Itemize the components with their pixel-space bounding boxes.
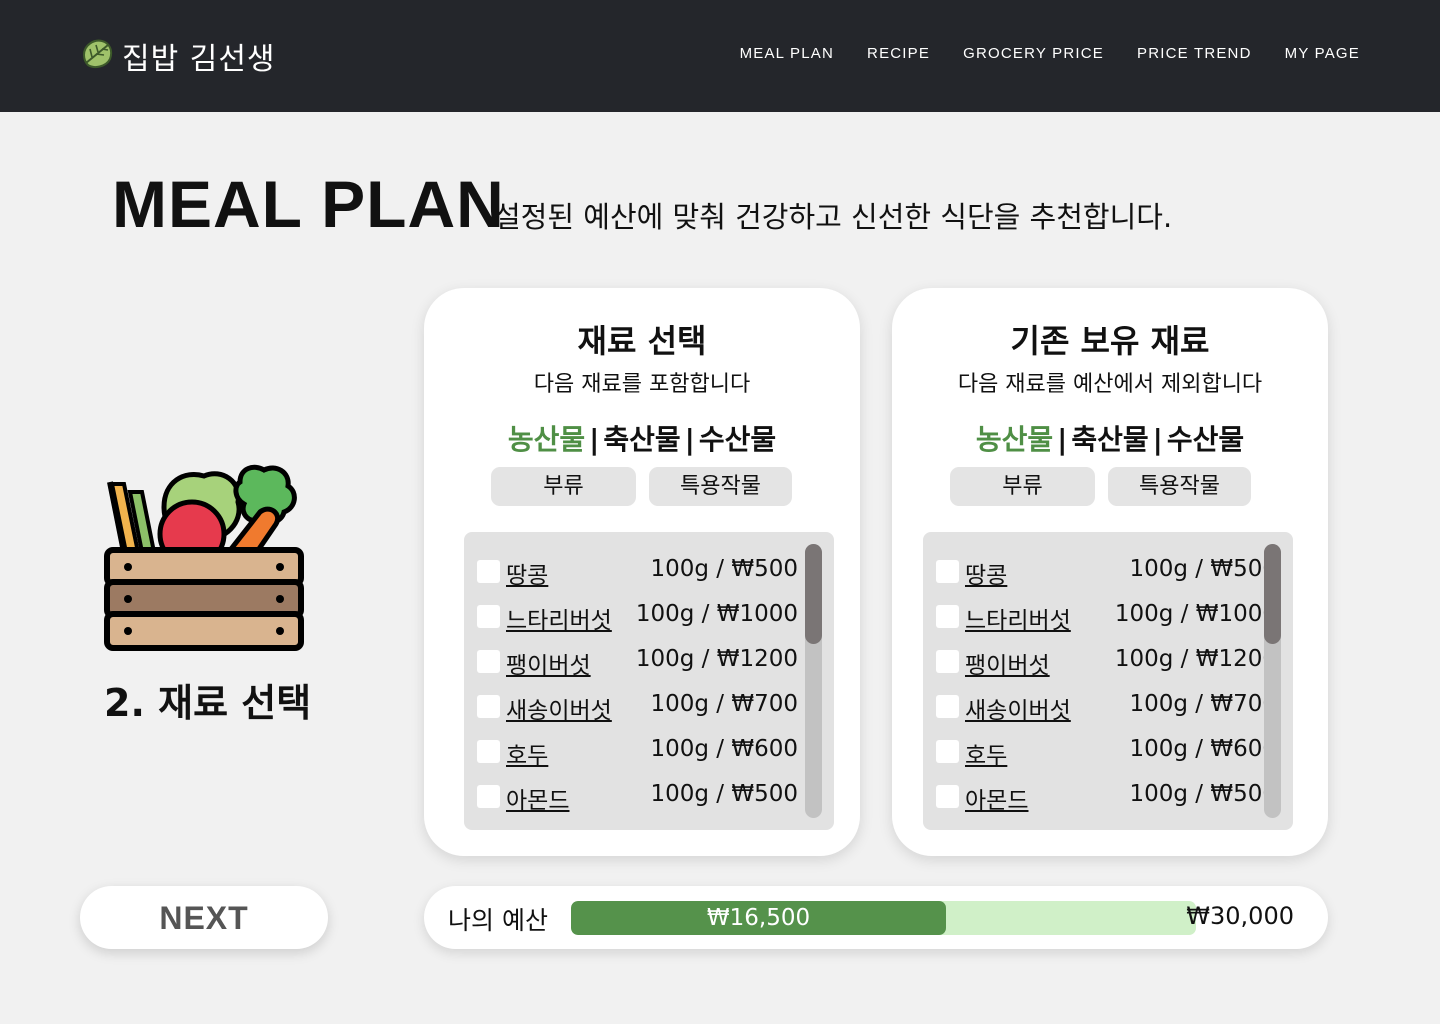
item-price: 100g / ₩500 [1129,781,1277,807]
item-name[interactable]: 호두 [965,736,1007,770]
item-checkbox[interactable] [477,740,500,763]
list-item: 팽이버섯 100g / ₩1200 [464,642,806,682]
list-item: 느타리버섯 100g / ₩1000 [464,597,806,637]
list-item: 땅콩 100g / ₩500 [923,552,1277,592]
item-name[interactable]: 팽이버섯 [506,646,591,680]
item-checkbox[interactable] [477,695,500,718]
tab-agricultural[interactable]: 농산물 [976,423,1053,456]
budget-spent-value: ₩16,500 [706,905,811,931]
item-checkbox[interactable] [477,650,500,673]
panel-title: 재료 선택 [577,322,707,360]
list-item: 팽이버섯 100g / ₩1200 [923,642,1277,682]
item-price: 100g / ₩700 [650,691,798,717]
nav-my-page[interactable]: MY PAGE [1285,45,1360,62]
item-name[interactable]: 느타리버섯 [506,601,612,635]
tab-livestock[interactable]: 축산물 [603,423,680,456]
item-price: 100g / ₩600 [650,736,798,762]
list-item: 호두 100g / ₩600 [464,732,806,772]
item-name[interactable]: 땅콩 [506,556,548,590]
list-item: 새송이버섯 100g / ₩700 [923,687,1277,727]
list-item: 아몬드 100g / ₩500 [464,777,806,817]
owned-ingredients-panel: 기존 보유 재료 다음 재료를 예산에서 제외합니다 농산물 | 축산물 | 수산물 부… [892,288,1328,856]
item-name[interactable]: 팽이버섯 [965,646,1050,680]
scrollbar-thumb[interactable] [805,544,822,644]
item-name[interactable]: 호두 [506,736,548,770]
list-item: 땅콩 100g / ₩500 [464,552,806,592]
item-name[interactable]: 아몬드 [506,781,569,815]
subcategory-button[interactable]: 특용작물 [1108,467,1251,506]
item-checkbox[interactable] [477,560,500,583]
item-name[interactable]: 새송이버섯 [965,691,1071,725]
step-label: 2. 재료 선택 [104,681,312,725]
item-checkbox[interactable] [477,785,500,808]
ingredient-select-panel: 재료 선택 다음 재료를 포함합니다 농산물 | 축산물 | 수산물 부류 특용작물 땅… [424,288,860,856]
tab-livestock[interactable]: 축산물 [1071,423,1148,456]
vegetable-crate-icon [104,462,304,656]
item-name[interactable]: 느타리버섯 [965,601,1071,635]
subcategory-button[interactable]: 부류 [950,467,1095,506]
list-item: 호두 100g / ₩600 [923,732,1277,772]
tab-agricultural[interactable]: 농산물 [508,423,585,456]
item-name[interactable]: 아몬드 [965,781,1028,815]
budget-progress-track: ₩16,500 [571,901,1196,935]
panel-title: 기존 보유 재료 [1010,322,1210,360]
item-price: 100g / ₩500 [650,556,798,582]
item-name[interactable]: 땅콩 [965,556,1007,590]
nav-recipe[interactable]: RECIPE [867,45,930,62]
top-navbar: 집밥 김선생 MEAL PLAN RECIPE GROCERY PRICE PR… [0,0,1440,112]
subcategory-button[interactable]: 특용작물 [649,467,792,506]
item-price: 100g / ₩500 [650,781,798,807]
logo-text: 집밥 김선생 [122,42,276,77]
nav-meal-plan[interactable]: MEAL PLAN [740,45,834,62]
ingredient-list: 땅콩 100g / ₩500 느타리버섯 100g / ₩1000 팽이버섯 1… [923,532,1293,830]
subcategory-button[interactable]: 부류 [491,467,636,506]
item-checkbox[interactable] [936,785,959,808]
nav-price-trend[interactable]: PRICE TREND [1137,45,1252,62]
item-price: 100g / ₩1200 [635,646,798,672]
item-checkbox[interactable] [477,605,500,628]
leaf-logo-icon [80,37,116,75]
list-scrollbar[interactable] [805,544,822,818]
page-title: MEAL PLAN [112,167,505,241]
panel-subtitle: 다음 재료를 예산에서 제외합니다 [957,372,1263,397]
item-checkbox[interactable] [936,695,959,718]
item-checkbox[interactable] [936,605,959,628]
ingredient-list: 땅콩 100g / ₩500 느타리버섯 100g / ₩1000 팽이버섯 1… [464,532,834,830]
main-nav: MEAL PLAN RECIPE GROCERY PRICE PRICE TRE… [740,45,1360,62]
scrollbar-thumb[interactable] [1264,544,1281,644]
item-price: 100g / ₩500 [1129,556,1277,582]
item-checkbox[interactable] [936,560,959,583]
category-tabs: 농산물 | 축산물 | 수산물 [507,423,777,456]
item-price: 100g / ₩1000 [1114,601,1277,627]
item-checkbox[interactable] [936,650,959,673]
list-item: 아몬드 100g / ₩500 [923,777,1277,817]
item-checkbox[interactable] [936,740,959,763]
panel-subtitle: 다음 재료를 포함합니다 [533,372,751,397]
item-price: 100g / ₩1200 [1114,646,1277,672]
category-tabs: 농산물 | 축산물 | 수산물 [975,423,1245,456]
budget-max-value: ₩30,000 [1186,902,1294,930]
list-item: 느타리버섯 100g / ₩1000 [923,597,1277,637]
logo[interactable]: 집밥 김선생 [80,34,276,78]
item-price: 100g / ₩600 [1129,736,1277,762]
tab-seafood[interactable]: 수산물 [1167,423,1244,456]
list-scrollbar[interactable] [1264,544,1281,818]
tab-seafood[interactable]: 수산물 [699,423,776,456]
nav-grocery-price[interactable]: GROCERY PRICE [963,45,1104,62]
budget-bar: 나의 예산 ₩16,500 ₩30,000 [424,886,1328,949]
page-subtitle: 설정된 예산에 맞춰 건강하고 신선한 식단을 추천합니다. [494,200,1173,234]
list-item: 새송이버섯 100g / ₩700 [464,687,806,727]
budget-label: 나의 예산 [448,906,548,935]
item-price: 100g / ₩1000 [635,601,798,627]
item-name[interactable]: 새송이버섯 [506,691,612,725]
next-button[interactable]: NEXT [80,886,328,949]
item-price: 100g / ₩700 [1129,691,1277,717]
